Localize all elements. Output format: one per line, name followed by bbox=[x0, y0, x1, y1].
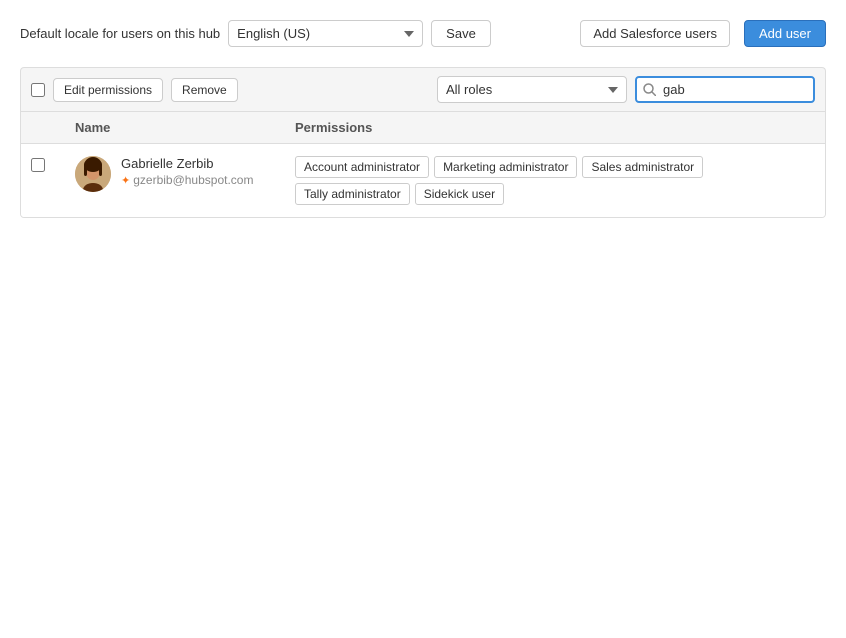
permission-badge: Tally administrator bbox=[295, 183, 410, 205]
permissions-list: Account administrator Marketing administ… bbox=[295, 156, 815, 205]
table-row: Gabrielle Zerbib ✦ gzerbib@hubspot.com A… bbox=[21, 144, 825, 217]
permission-badge: Account administrator bbox=[295, 156, 429, 178]
permission-badge: Sidekick user bbox=[415, 183, 504, 205]
locale-select[interactable]: English (US) French German Spanish Portu… bbox=[228, 20, 423, 47]
save-button[interactable]: Save bbox=[431, 20, 491, 47]
user-details: Gabrielle Zerbib ✦ gzerbib@hubspot.com bbox=[121, 156, 253, 187]
add-salesforce-users-button[interactable]: Add Salesforce users bbox=[580, 20, 730, 47]
permission-badge: Marketing administrator bbox=[434, 156, 577, 178]
column-header-name: Name bbox=[75, 120, 295, 135]
select-all-checkbox[interactable] bbox=[31, 83, 45, 97]
user-email-wrapper: ✦ gzerbib@hubspot.com bbox=[121, 173, 253, 187]
row-checkbox-wrapper bbox=[31, 156, 75, 172]
avatar bbox=[75, 156, 111, 192]
hubspot-logo-icon: ✦ bbox=[121, 174, 130, 187]
roles-filter-select[interactable]: All roles Account administrator Marketin… bbox=[437, 76, 627, 103]
row-checkbox[interactable] bbox=[31, 158, 45, 172]
search-input[interactable] bbox=[635, 76, 815, 103]
search-wrapper bbox=[635, 76, 815, 103]
permission-badge: Sales administrator bbox=[582, 156, 703, 178]
remove-button[interactable]: Remove bbox=[171, 78, 238, 102]
user-email: gzerbib@hubspot.com bbox=[133, 173, 253, 187]
user-info: Gabrielle Zerbib ✦ gzerbib@hubspot.com bbox=[75, 156, 295, 192]
user-table: Name Permissions bbox=[20, 111, 826, 218]
column-header-permissions: Permissions bbox=[295, 120, 815, 135]
top-bar: Default locale for users on this hub Eng… bbox=[20, 20, 826, 47]
edit-permissions-button[interactable]: Edit permissions bbox=[53, 78, 163, 102]
table-header: Name Permissions bbox=[21, 112, 825, 144]
add-user-button[interactable]: Add user bbox=[744, 20, 826, 47]
locale-label: Default locale for users on this hub bbox=[20, 26, 220, 41]
filter-bar: Edit permissions Remove All roles Accoun… bbox=[20, 67, 826, 111]
user-name: Gabrielle Zerbib bbox=[121, 156, 253, 171]
